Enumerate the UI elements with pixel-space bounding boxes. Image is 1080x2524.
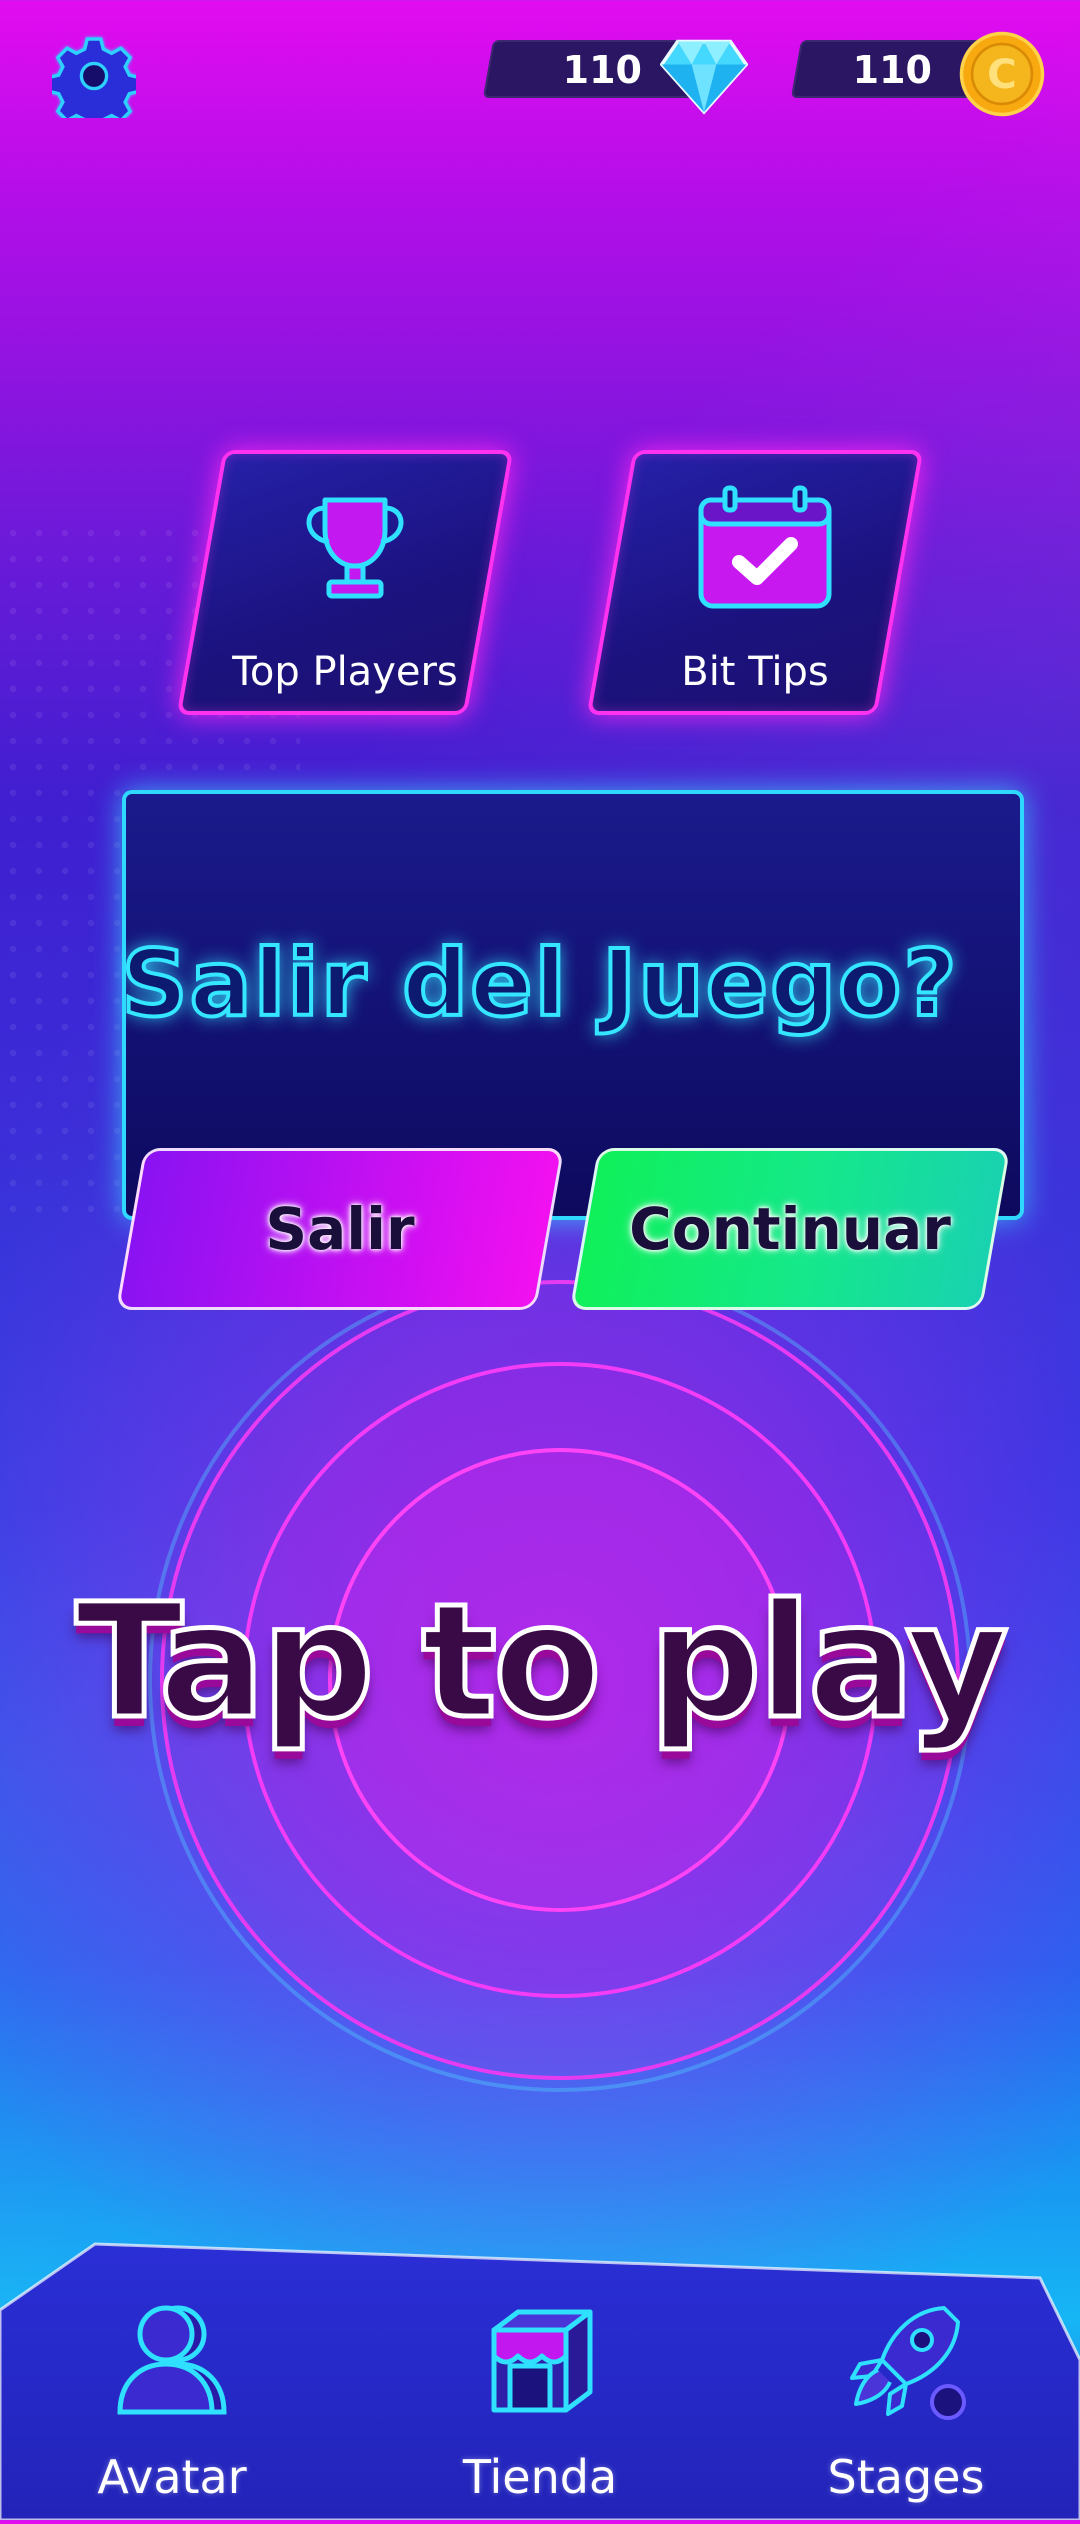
top-players-button[interactable]: Top Players bbox=[176, 450, 514, 715]
gear-icon[interactable] bbox=[46, 34, 142, 132]
tap-to-play-button[interactable]: Tap to play bbox=[0, 1568, 1080, 1757]
nav-store-label: Tienda bbox=[462, 2450, 618, 2504]
continue-button-label: Continuar bbox=[629, 1195, 951, 1263]
rocket-icon bbox=[846, 2300, 966, 2420]
top-players-label: Top Players bbox=[232, 649, 458, 695]
gem-count: 110 bbox=[562, 48, 642, 92]
coin-symbol: C bbox=[987, 50, 1017, 98]
continue-button[interactable]: Continuar bbox=[569, 1148, 1011, 1310]
person-icon bbox=[112, 2300, 232, 2420]
bit-tips-label: Bit Tips bbox=[681, 649, 829, 695]
dialog-title: Salir del Juego? bbox=[119, 928, 959, 1039]
exit-button[interactable]: Salir bbox=[115, 1148, 565, 1310]
calendar-check-icon bbox=[698, 485, 832, 610]
diamond-icon bbox=[659, 34, 749, 116]
store-box-icon bbox=[480, 2300, 600, 2420]
nav-stages-label: Stages bbox=[827, 2450, 985, 2504]
nav-avatar[interactable]: Avatar bbox=[52, 2290, 292, 2510]
coin-count: 110 bbox=[852, 48, 932, 92]
coin-icon: C bbox=[958, 30, 1046, 118]
exit-button-label: Salir bbox=[265, 1195, 415, 1263]
nav-stages[interactable]: Stages bbox=[786, 2290, 1026, 2510]
bit-tips-button[interactable]: Bit Tips bbox=[586, 450, 924, 715]
trophy-icon bbox=[295, 490, 415, 610]
nav-store[interactable]: Tienda bbox=[420, 2290, 660, 2510]
nav-avatar-label: Avatar bbox=[97, 2450, 247, 2504]
